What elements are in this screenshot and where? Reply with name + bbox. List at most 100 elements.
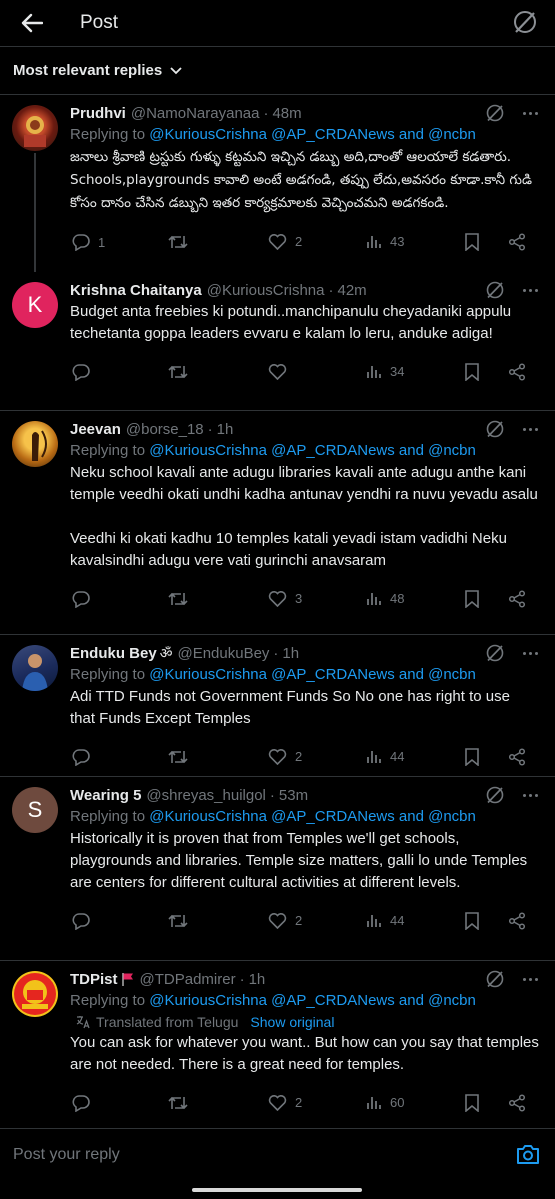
reply-tweet[interactable]: K Krishna Chaitanya @KuriousCrishna · 42… [0, 272, 555, 411]
author-name[interactable]: Jeevan [70, 421, 121, 438]
show-original-link[interactable]: Show original [250, 1014, 334, 1030]
reply-button[interactable] [72, 1094, 90, 1112]
repost-button[interactable] [168, 363, 188, 381]
author-name[interactable]: Wearing 5 [70, 787, 141, 804]
author-handle[interactable]: @EndukuBey [177, 645, 269, 662]
reply-button[interactable]: 1 [72, 233, 105, 251]
reply-button[interactable] [72, 748, 90, 766]
reply-sort-dropdown[interactable]: Most relevant replies [0, 47, 555, 95]
views-button[interactable]: 34 [366, 363, 404, 379]
bookmark-button[interactable] [464, 363, 480, 381]
more-options-icon[interactable] [519, 643, 541, 663]
repost-icon [168, 914, 188, 928]
replying-to: Replying to @KuriousCrishna @AP_CRDANews… [70, 442, 476, 459]
post-time[interactable]: 1h [217, 421, 234, 438]
author-handle[interactable]: @NamoNarayanaa [131, 105, 260, 122]
reply-button[interactable] [72, 912, 90, 930]
tweet-text: You can ask for whatever you want.. But … [70, 1034, 539, 1073]
avatar[interactable] [12, 971, 58, 1017]
bookmark-button[interactable] [464, 748, 480, 766]
views-button[interactable]: 44 [366, 748, 404, 764]
more-options-icon[interactable] [519, 969, 541, 989]
more-options-icon[interactable] [519, 103, 541, 123]
grok-icon[interactable] [485, 419, 505, 439]
reply-input[interactable]: Post your reply [13, 1146, 120, 1164]
author-handle[interactable]: @TDPadmirer [140, 971, 236, 988]
grok-icon[interactable] [485, 643, 505, 663]
share-button[interactable] [508, 748, 526, 766]
grok-icon[interactable] [485, 785, 505, 805]
repost-button[interactable] [168, 233, 196, 251]
replying-to-links[interactable]: @KuriousCrishna @AP_CRDANews and @ncbn [149, 666, 476, 683]
author-name[interactable]: Prudhvi [70, 105, 126, 122]
author-handle[interactable]: @borse_18 [126, 421, 204, 438]
like-button[interactable]: 2 [268, 912, 302, 929]
reply-count: 1 [98, 234, 106, 250]
views-button[interactable]: 44 [366, 912, 404, 928]
grok-icon[interactable] [509, 6, 541, 38]
grok-icon[interactable] [485, 103, 505, 123]
avatar[interactable] [12, 421, 58, 467]
reply-button[interactable] [72, 363, 90, 381]
more-options-icon[interactable] [519, 785, 541, 805]
share-icon [508, 1094, 526, 1112]
post-time[interactable]: 1h [282, 645, 299, 662]
like-button[interactable]: 2 [268, 233, 302, 250]
post-time[interactable]: 42m [338, 282, 367, 299]
grok-icon[interactable] [485, 969, 505, 989]
like-button[interactable]: 2 [268, 1094, 302, 1111]
author-handle[interactable]: @shreyas_huilgol [146, 787, 265, 804]
repost-button[interactable] [168, 1094, 188, 1112]
like-button[interactable]: 2 [268, 748, 302, 765]
repost-button[interactable] [168, 912, 188, 930]
post-time[interactable]: 48m [272, 105, 301, 122]
reply-tweet[interactable]: Prudhvi @NamoNarayanaa · 48m Replying to… [0, 95, 555, 272]
author-name[interactable]: TDPist [70, 971, 118, 988]
like-button[interactable]: 3 [268, 590, 302, 607]
avatar[interactable] [12, 105, 58, 151]
heart-icon [268, 234, 287, 250]
replying-to-links[interactable]: @KuriousCrishna @AP_CRDANews and @ncbn [149, 992, 476, 1009]
reply-tweet[interactable]: TDPist @TDPadmirer · 1h Replying to @Kur… [0, 961, 555, 1136]
avatar[interactable] [12, 645, 58, 691]
author-name[interactable]: Enduku Bey [70, 645, 157, 662]
reply-button[interactable] [72, 590, 90, 608]
views-button[interactable]: 43 [366, 233, 404, 249]
home-indicator[interactable] [192, 1188, 362, 1192]
author-handle[interactable]: @KuriousCrishna [207, 282, 325, 299]
bookmark-button[interactable] [464, 912, 480, 930]
replying-to: Replying to @KuriousCrishna @AP_CRDANews… [70, 666, 476, 683]
repost-button[interactable] [168, 748, 188, 766]
name-emoji: ॐ [159, 645, 173, 662]
reply-tweet[interactable]: Jeevan @borse_18 · 1h Replying to @Kurio… [0, 411, 555, 635]
share-button[interactable] [508, 363, 526, 381]
post-time[interactable]: 1h [249, 971, 266, 988]
repost-button[interactable] [168, 590, 188, 608]
back-arrow-icon[interactable] [14, 5, 50, 41]
replying-to-links[interactable]: @KuriousCrishna @AP_CRDANews and @ncbn [149, 126, 476, 143]
reply-tweet[interactable]: S Wearing 5 @shreyas_huilgol · 53m Reply… [0, 777, 555, 961]
views-button[interactable]: 48 [366, 590, 404, 606]
author-name[interactable]: Krishna Chaitanya [70, 282, 202, 299]
bookmark-button[interactable] [464, 1094, 480, 1112]
share-button[interactable] [508, 233, 526, 251]
like-button[interactable] [268, 363, 287, 380]
avatar[interactable]: K [12, 282, 58, 328]
share-button[interactable] [508, 1094, 526, 1112]
more-options-icon[interactable] [519, 419, 541, 439]
reply-tweet[interactable]: Enduku Bey ॐ @EndukuBey · 1h Replying to… [0, 635, 555, 777]
bookmark-button[interactable] [464, 590, 480, 608]
post-time[interactable]: 53m [279, 787, 308, 804]
replying-to-links[interactable]: @KuriousCrishna @AP_CRDANews and @ncbn [149, 808, 476, 825]
more-options-icon[interactable] [519, 280, 541, 300]
avatar[interactable]: S [12, 787, 58, 833]
camera-icon[interactable] [516, 1143, 540, 1170]
share-button[interactable] [508, 912, 526, 930]
share-icon [508, 912, 526, 930]
views-button[interactable]: 60 [366, 1094, 404, 1110]
grok-icon[interactable] [485, 280, 505, 300]
replying-to-links[interactable]: @KuriousCrishna @AP_CRDANews and @ncbn [149, 442, 476, 459]
bookmark-button[interactable] [464, 233, 480, 251]
reply-composer[interactable]: Post your reply [0, 1128, 555, 1180]
share-button[interactable] [508, 590, 526, 608]
